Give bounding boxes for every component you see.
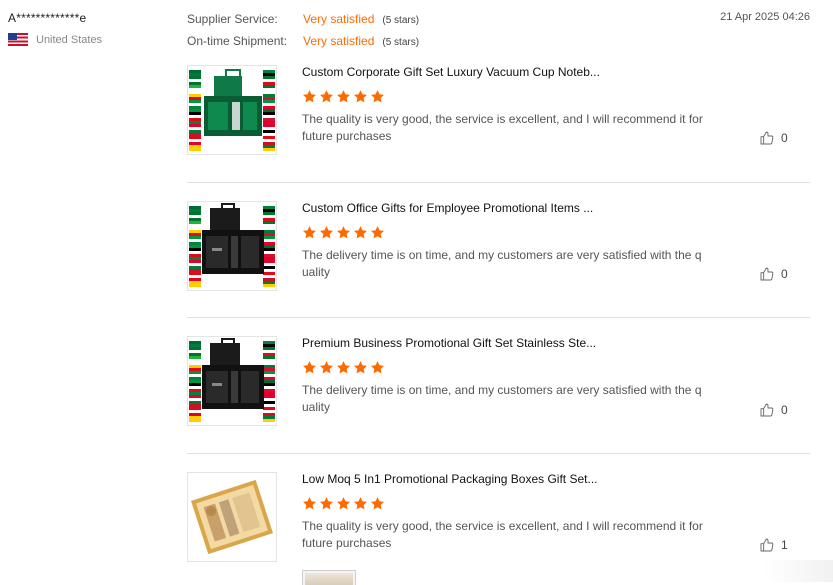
reviewer-country: United States <box>8 33 102 46</box>
review-date: 21 Apr 2025 04:26 <box>720 11 810 23</box>
star-rating <box>302 496 387 511</box>
thumbs-up-icon[interactable] <box>759 130 775 146</box>
review-text: The delivery time is on time, and my cus… <box>302 383 702 414</box>
corner-shade <box>763 560 833 582</box>
star-icon <box>371 90 384 103</box>
divider <box>187 182 810 183</box>
star-icon <box>371 497 384 510</box>
product-review-item: Custom Corporate Gift Set Luxury Vacuum … <box>187 65 810 183</box>
product-title-link[interactable]: Custom Corporate Gift Set Luxury Vacuum … <box>302 65 600 79</box>
star-icon <box>303 497 316 510</box>
star-icon <box>303 90 316 103</box>
us-flag-icon <box>8 33 28 46</box>
like-count: 0 <box>781 131 788 145</box>
country-name: United States <box>36 33 103 46</box>
star-icon <box>371 226 384 239</box>
supplier-service-rating: Supplier Service: Very satisfied (5 star… <box>187 12 419 26</box>
star-icon <box>320 226 333 239</box>
like-button[interactable]: 0 <box>759 266 788 282</box>
divider <box>187 317 810 318</box>
star-icon <box>354 497 367 510</box>
like-count: 0 <box>781 403 788 417</box>
review-text: The delivery time is on time, and my cus… <box>302 248 702 279</box>
review-text: The quality is very good, the service is… <box>302 519 703 550</box>
divider <box>187 453 810 454</box>
rating-value: Very satisfied <box>303 12 375 26</box>
like-count: 0 <box>781 267 788 281</box>
black-gift-set-image[interactable] <box>187 201 277 291</box>
review-text: The quality is very good, the service is… <box>302 112 703 143</box>
on-time-shipment-rating: On-time Shipment: Very satisfied (5 star… <box>187 34 419 48</box>
star-icon <box>320 361 333 374</box>
like-count: 1 <box>781 538 788 552</box>
star-icon <box>337 361 350 374</box>
like-button[interactable]: 0 <box>759 402 788 418</box>
product-title-link[interactable]: Premium Business Promotional Gift Set St… <box>302 336 596 350</box>
product-title-link[interactable]: Custom Office Gifts for Employee Promoti… <box>302 201 593 215</box>
rating-label: On-time Shipment: <box>187 34 288 48</box>
product-title-link[interactable]: Low Moq 5 In1 Promotional Packaging Boxe… <box>302 472 598 486</box>
star-icon <box>354 226 367 239</box>
star-icon <box>320 90 333 103</box>
rating-stars-text: (5 stars) <box>382 37 420 48</box>
star-icon <box>337 497 350 510</box>
star-icon <box>371 361 384 374</box>
star-icon <box>320 497 333 510</box>
thumbs-up-icon[interactable] <box>759 402 775 418</box>
star-rating <box>302 360 387 375</box>
rating-stars-text: (5 stars) <box>382 15 420 26</box>
star-icon <box>337 90 350 103</box>
star-rating <box>302 225 387 240</box>
rating-value: Very satisfied <box>303 34 375 48</box>
partial-product-thumbnail[interactable] <box>302 570 356 585</box>
star-icon <box>303 226 316 239</box>
like-button[interactable]: 1 <box>759 537 788 553</box>
star-icon <box>337 226 350 239</box>
product-review-item: Premium Business Promotional Gift Set St… <box>187 336 810 454</box>
star-rating <box>302 89 387 104</box>
star-icon <box>354 90 367 103</box>
rating-label: Supplier Service: <box>187 12 278 26</box>
star-icon <box>303 361 316 374</box>
product-review-item: Custom Office Gifts for Employee Promoti… <box>187 201 810 318</box>
star-icon <box>354 361 367 374</box>
thumbs-up-icon[interactable] <box>759 537 775 553</box>
black-gift-set-image[interactable] <box>187 336 277 426</box>
thumbs-up-icon[interactable] <box>759 266 775 282</box>
like-button[interactable]: 0 <box>759 130 788 146</box>
reviewer-name: A*************e <box>8 11 87 25</box>
product-review-item: Low Moq 5 In1 Promotional Packaging Boxe… <box>187 472 810 582</box>
green-gift-set-image[interactable] <box>187 65 277 155</box>
gold-gift-box-image[interactable] <box>187 472 277 562</box>
